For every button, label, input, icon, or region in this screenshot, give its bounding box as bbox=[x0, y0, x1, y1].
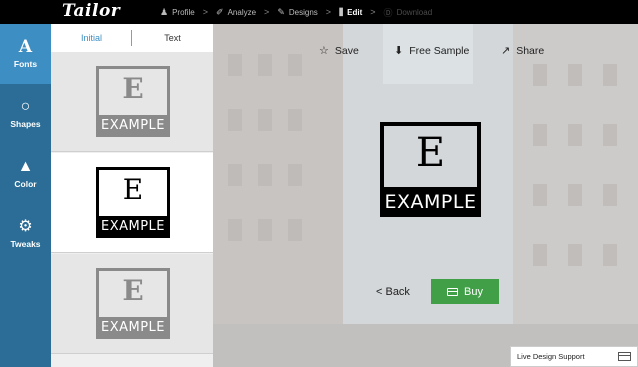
step-separator: > bbox=[370, 7, 376, 17]
step-designs[interactable]: ✎ Designs bbox=[277, 7, 317, 18]
logo-preview: E EXAMPLE bbox=[380, 122, 481, 217]
share-label: Share bbox=[516, 44, 545, 57]
font-option[interactable]: E EXAMPLE bbox=[51, 254, 213, 354]
font-option-text: EXAMPLE bbox=[96, 216, 170, 238]
sidebar-item-tweaks[interactable]: ⚙ Tweaks bbox=[0, 204, 51, 264]
font-option-initial: E bbox=[122, 274, 144, 307]
sidebar-item-label: Fonts bbox=[13, 59, 38, 69]
sidebar-item-color[interactable]: ▲ Color bbox=[0, 144, 51, 204]
font-option[interactable]: E EXAMPLE bbox=[51, 52, 213, 152]
back-button[interactable]: < Back bbox=[376, 286, 410, 298]
step-separator: > bbox=[325, 7, 332, 17]
tab-initial[interactable]: Initial bbox=[51, 33, 132, 43]
font-option-logo: E EXAMPLE bbox=[96, 268, 170, 339]
step-label: Designs bbox=[288, 7, 318, 17]
font-option-text: EXAMPLE bbox=[96, 115, 170, 137]
sidebar-item-label: Shapes bbox=[10, 119, 41, 129]
gear-icon: ⚙ bbox=[18, 218, 33, 235]
circle-icon: ○ bbox=[20, 98, 31, 115]
star-icon: ☆ bbox=[319, 45, 329, 57]
support-label: Live Design Support bbox=[517, 352, 585, 361]
droplet-icon: ▲ bbox=[17, 158, 34, 175]
step-download: Ⓓ Download bbox=[384, 6, 433, 19]
app-logo[interactable]: Tailor bbox=[62, 1, 120, 21]
step-label: Analyze bbox=[227, 7, 257, 17]
design-canvas: ☆ Save ⬇ Free Sample ↗ Share E EXAMPLE <… bbox=[213, 24, 638, 367]
download-icon: Ⓓ bbox=[383, 7, 393, 18]
logo-preview-initial: E bbox=[415, 130, 446, 176]
font-icon: A bbox=[18, 37, 33, 57]
buy-button[interactable]: Buy bbox=[431, 279, 499, 304]
download-circle-icon: ⬇ bbox=[394, 45, 404, 57]
panel-tabs: Initial Text bbox=[51, 24, 213, 52]
step-profile[interactable]: ♟ Profile bbox=[160, 7, 195, 18]
options-panel: Initial Text E EXAMPLE E EXAMPLE E EXAMPLE bbox=[51, 24, 213, 367]
font-option-initial: E bbox=[122, 173, 144, 206]
step-analyze[interactable]: ✐ Analyze bbox=[216, 7, 256, 18]
step-separator: > bbox=[202, 7, 209, 17]
sliders-icon: ⫼ bbox=[339, 6, 344, 17]
progress-steps: ♟ Profile > ✐ Analyze > ✎ Designs > ⫼ Edit > Ⓓ Downlo… bbox=[160, 0, 432, 24]
step-edit[interactable]: ⫼ Edit bbox=[339, 7, 362, 18]
free-sample-button[interactable]: ⬇ Free Sample bbox=[394, 44, 470, 58]
step-separator: > bbox=[264, 7, 270, 17]
chat-icon bbox=[618, 352, 631, 361]
card-icon bbox=[447, 287, 459, 296]
step-label: Edit bbox=[347, 7, 363, 17]
share-button[interactable]: ↗ Share bbox=[501, 44, 545, 58]
tab-text[interactable]: Text bbox=[132, 33, 213, 43]
font-option-text: EXAMPLE bbox=[96, 317, 170, 339]
save-button[interactable]: ☆ Save bbox=[319, 44, 359, 58]
tab-divider bbox=[131, 30, 132, 46]
sidebar-item-fonts[interactable]: A Fonts bbox=[0, 24, 51, 84]
top-navigation-bar: Tailor ♟ Profile > ✐ Analyze > ✎ Designs > ⫼ Edit >… bbox=[0, 0, 638, 24]
save-label: Save bbox=[334, 44, 359, 57]
font-option-logo: E EXAMPLE bbox=[96, 167, 170, 238]
brush-icon: ✎ bbox=[277, 6, 285, 17]
canvas-actions: ☆ Save ⬇ Free Sample ↗ Share bbox=[213, 44, 638, 58]
analyze-icon: ✐ bbox=[216, 6, 224, 17]
logo-preview-text: EXAMPLE bbox=[380, 187, 481, 217]
font-option-logo: E EXAMPLE bbox=[96, 66, 170, 137]
font-option-initial: E bbox=[122, 72, 144, 105]
tool-sidebar: A Fonts ○ Shapes ▲ Color ⚙ Tweaks bbox=[0, 24, 51, 367]
step-label: Download bbox=[396, 7, 433, 17]
buy-label: Buy bbox=[464, 285, 483, 298]
sidebar-item-label: Tweaks bbox=[10, 239, 41, 249]
free-sample-label: Free Sample bbox=[409, 44, 470, 57]
live-support-widget[interactable]: Live Design Support bbox=[510, 346, 638, 367]
share-icon: ↗ bbox=[501, 45, 511, 57]
step-label: Profile bbox=[172, 7, 195, 17]
sidebar-item-label: Color bbox=[14, 179, 37, 189]
font-option[interactable]: E EXAMPLE bbox=[51, 153, 213, 253]
person-icon: ♟ bbox=[160, 6, 169, 17]
sidebar-item-shapes[interactable]: ○ Shapes bbox=[0, 84, 51, 144]
